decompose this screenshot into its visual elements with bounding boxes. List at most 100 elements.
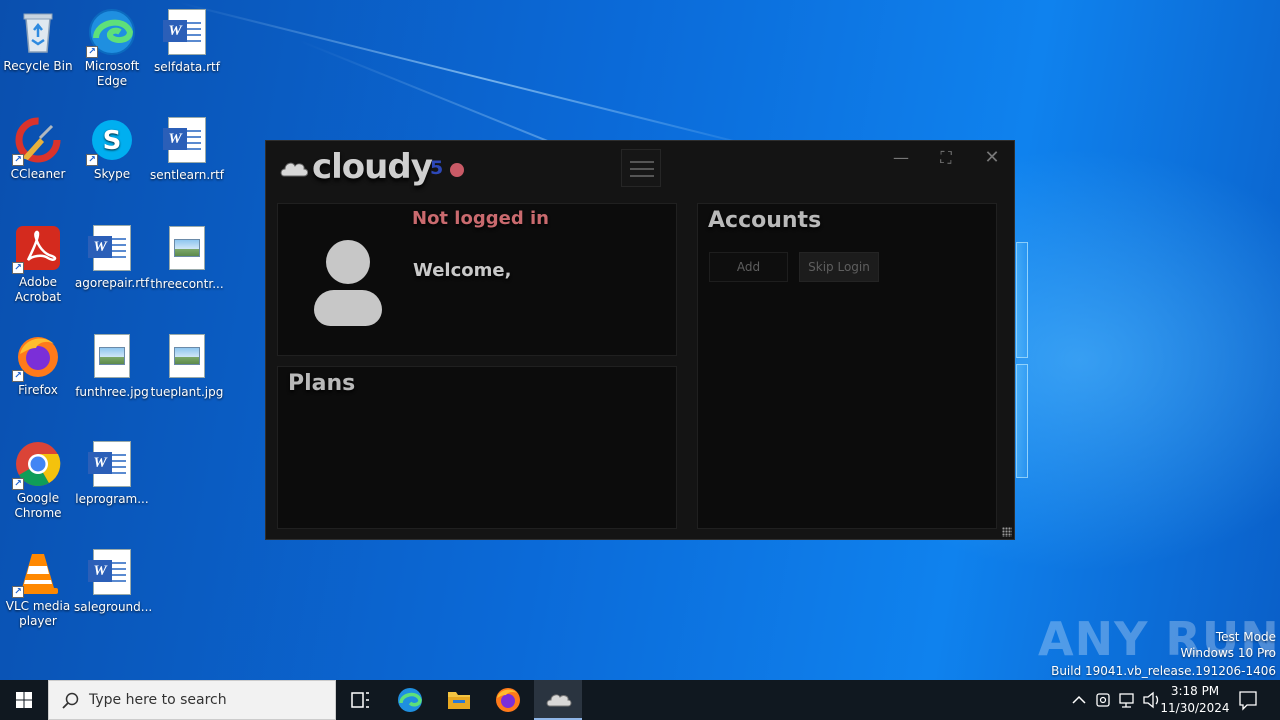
avatar-body: [314, 290, 382, 326]
desktop-icon-google-chrome[interactable]: ↗ Google Chrome: [0, 440, 76, 521]
test-mode-label: Test Mode: [1215, 630, 1276, 644]
desktop-icon-threecontr[interactable]: threecontr...: [149, 224, 225, 292]
add-account-button[interactable]: Add: [709, 252, 788, 282]
word-doc-icon: W: [88, 549, 136, 597]
desktop-icon-ccleaner[interactable]: ↗ CCleaner: [0, 116, 76, 182]
hamburger-menu-button[interactable]: [621, 149, 661, 187]
taskbar-cloudy-button[interactable]: [534, 680, 582, 720]
desktop-icon-selfdata[interactable]: W selfdata.rtf: [149, 8, 225, 75]
firefox-icon: ↗: [12, 332, 62, 382]
desktop-icon-label: threecontr...: [150, 277, 224, 291]
desktop-icon-label: Microsoft Edge: [84, 59, 140, 88]
app-titlebar[interactable]: cloudy 5 — ⛶ ✕: [266, 141, 1014, 193]
desktop-icon-label: selfdata.rtf: [154, 60, 220, 74]
desktop-icon-label: saleground...: [74, 600, 153, 614]
desktop-icon-label: Recycle Bin: [3, 59, 73, 73]
clock-time: 3:18 PM: [1170, 684, 1220, 698]
svg-text:S: S: [103, 126, 122, 156]
os-build-label: Build 19041.vb_release.191206-1406: [1051, 664, 1276, 678]
desktop-icon-agorepair[interactable]: W agorepair.rtf: [74, 224, 150, 291]
desktop-icon-label: Adobe Acrobat: [14, 275, 62, 304]
word-doc-icon: W: [88, 441, 136, 489]
taskbar-file-explorer-button[interactable]: [435, 680, 483, 720]
desktop-icon-label: agorepair.rtf: [74, 276, 150, 290]
task-view-button[interactable]: [336, 680, 384, 720]
desktop-icon-tueplant[interactable]: tueplant.jpg: [149, 332, 225, 400]
network-icon: [1119, 693, 1134, 708]
wallpaper-logo-pane: [1016, 364, 1028, 478]
search-placeholder: Type here to search: [89, 692, 227, 708]
taskbar-search-box[interactable]: Type here to search: [48, 680, 336, 720]
desktop-icon-funthree[interactable]: funthree.jpg: [74, 332, 150, 400]
desktop-icon-adobe-acrobat[interactable]: ↗ Adobe Acrobat: [0, 224, 76, 305]
desktop-icon-firefox[interactable]: ↗ Firefox: [0, 332, 76, 398]
login-status-text: Not logged in: [412, 208, 549, 229]
word-doc-icon: W: [88, 225, 136, 273]
edge-icon: [398, 688, 422, 712]
desktop-icon-label: VLC media player: [5, 599, 71, 628]
speaker-icon: [1143, 691, 1159, 709]
vlc-icon: ↗: [12, 548, 62, 598]
taskbar-firefox-button[interactable]: [484, 680, 532, 720]
chrome-icon: ↗: [12, 440, 62, 490]
notification-icon: [1239, 691, 1257, 711]
word-doc-icon: W: [163, 9, 211, 57]
cloud-logo-icon: [546, 694, 572, 707]
desktop-icon-microsoft-edge[interactable]: ↗ Microsoft Edge: [74, 8, 150, 89]
desktop-icon-vlc[interactable]: ↗ VLC media player: [0, 548, 76, 629]
app-logo-text: cloudy: [312, 147, 433, 187]
desktop-icon-saleground[interactable]: W saleground...: [74, 548, 153, 615]
taskbar-edge-button[interactable]: [386, 680, 434, 720]
desktop-icon-sentlearn[interactable]: W sentlearn.rtf: [149, 116, 225, 183]
skype-icon: S ↗: [86, 116, 136, 166]
folder-icon: [448, 692, 470, 709]
desktop-icon-label: sentlearn.rtf: [149, 168, 225, 182]
desktop-icon-label: Google Chrome: [14, 491, 62, 520]
avatar: [326, 240, 370, 284]
plans-title: Plans: [288, 371, 356, 396]
tray-overflow-button[interactable]: [1068, 680, 1090, 720]
cloud-logo-icon: [280, 159, 309, 177]
image-file-icon: [163, 226, 211, 274]
desktop-icon-label: Skype: [93, 167, 131, 181]
search-icon: [62, 692, 79, 709]
windows-icon: [16, 692, 32, 708]
desktop-icon-label: Firefox: [18, 383, 58, 397]
welcome-text: Welcome,: [413, 260, 512, 281]
cloudy-app-window: cloudy 5 — ⛶ ✕ Not logged in Welcome, Pl…: [265, 140, 1015, 540]
image-file-icon: [163, 334, 211, 382]
taskbar: Type here to search 3:18 PM 11/30/2024: [0, 680, 1280, 720]
profile-panel: Not logged in Welcome,: [277, 203, 677, 356]
device-icon: [1096, 693, 1110, 707]
desktop-icon-recycle-bin[interactable]: Recycle Bin: [0, 8, 76, 74]
minimize-button[interactable]: —: [886, 147, 916, 169]
tray-network-button[interactable]: [1116, 680, 1138, 720]
wallpaper-light-ray: [179, 2, 782, 154]
acrobat-icon: ↗: [12, 224, 62, 274]
skip-login-button[interactable]: Skip Login: [799, 252, 879, 282]
firefox-icon: [496, 688, 520, 712]
desktop-icon-leprogram[interactable]: W leprogram...: [74, 440, 150, 507]
resize-grip[interactable]: [1002, 527, 1012, 537]
word-doc-icon: W: [163, 117, 211, 165]
taskbar-clock[interactable]: 3:18 PM 11/30/2024: [1160, 683, 1230, 717]
edge-icon: ↗: [86, 8, 136, 58]
os-edition-label: Windows 10 Pro: [1180, 646, 1276, 660]
desktop-icon-label: CCleaner: [10, 167, 66, 181]
chevron-up-icon: [1072, 695, 1086, 704]
close-button[interactable]: ✕: [977, 147, 1007, 169]
accounts-title: Accounts: [708, 208, 822, 233]
maximize-button[interactable]: ⛶: [931, 147, 961, 169]
desktop-icon-skype[interactable]: S ↗ Skype: [74, 116, 150, 182]
recycle-bin-icon: [14, 8, 62, 56]
start-button[interactable]: [0, 680, 48, 720]
plans-panel: Plans: [277, 366, 677, 529]
wallpaper-logo-pane: [1016, 242, 1028, 358]
image-file-icon: [88, 334, 136, 382]
desktop-icon-label: funthree.jpg: [75, 385, 149, 399]
task-view-icon: [351, 692, 369, 708]
action-center-button[interactable]: [1234, 680, 1262, 720]
connection-status-dot: [450, 163, 464, 177]
tray-volume-button[interactable]: [1140, 680, 1162, 720]
tray-device-button[interactable]: [1092, 680, 1114, 720]
